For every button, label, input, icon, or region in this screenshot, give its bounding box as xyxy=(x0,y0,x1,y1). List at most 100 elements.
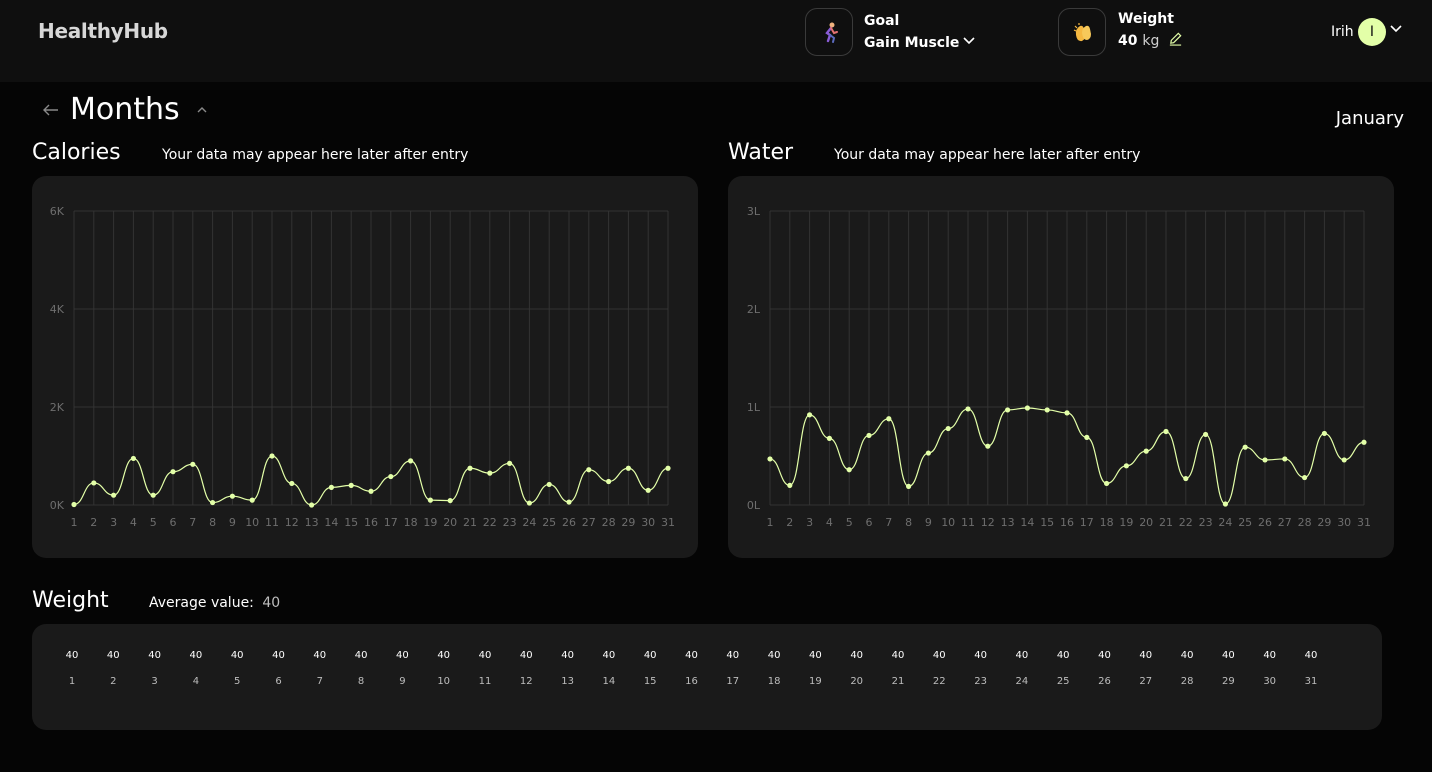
calories-note: Your data may appear here later after en… xyxy=(162,147,469,163)
calories-y-tick: 0K xyxy=(50,499,65,512)
calories-data-point xyxy=(625,465,632,471)
weight-day-value: 40 xyxy=(396,650,409,661)
weight-day-value: 40 xyxy=(189,650,203,661)
calories-x-tick: 12 xyxy=(285,516,299,529)
calories-x-tick: 9 xyxy=(229,516,236,529)
water-data-point xyxy=(787,482,793,488)
weight-day-column: 40 16 xyxy=(675,650,709,687)
weight-day-column: 40 18 xyxy=(757,650,791,687)
weight-day-column: 40 12 xyxy=(509,650,543,687)
edit-pencil-icon[interactable] xyxy=(1168,31,1183,46)
goal-value[interactable]: Gain Muscle xyxy=(864,35,959,51)
water-x-tick: 24 xyxy=(1218,516,1232,529)
weight-day-value: 40 xyxy=(1015,650,1029,661)
water-data-point xyxy=(1024,405,1030,411)
top-header: HealthyHub Goal Gain Muscle Weight 40 kg… xyxy=(0,0,1432,82)
goal-icon-box[interactable] xyxy=(805,8,853,56)
calories-data-point xyxy=(111,492,117,498)
weight-day-column: 40 22 xyxy=(922,650,956,687)
weight-day-column: 40 25 xyxy=(1046,650,1080,687)
weight-day-column: 40 3 xyxy=(138,650,172,687)
water-x-tick: 23 xyxy=(1199,516,1213,529)
water-data-point xyxy=(1262,457,1268,463)
water-data-point xyxy=(1163,428,1169,435)
weight-day-label: 27 xyxy=(1139,676,1153,687)
weight-day-column: 40 21 xyxy=(881,650,915,687)
weight-day-label: 5 xyxy=(234,676,241,687)
weight-value-line: 40 kg xyxy=(1118,33,1159,49)
weight-day-value: 40 xyxy=(65,650,79,661)
water-data-point xyxy=(985,443,991,449)
water-y-tick: 2L xyxy=(747,303,761,316)
water-note: Your data may appear here later after en… xyxy=(834,147,1141,163)
weight-day-column: 40 13 xyxy=(551,650,585,687)
weight-day-column: 40 6 xyxy=(262,650,296,687)
average-value: 40 xyxy=(262,595,281,611)
water-data-point xyxy=(906,483,912,489)
average-label: Average value: xyxy=(149,595,254,611)
avatar[interactable]: I xyxy=(1358,18,1386,46)
weight-day-label: 21 xyxy=(891,676,905,687)
goal-chevron-down-icon[interactable] xyxy=(963,36,975,46)
water-x-tick: 4 xyxy=(826,516,833,529)
weight-day-label: 15 xyxy=(643,676,657,687)
weight-day-column: 40 28 xyxy=(1170,650,1204,687)
water-title: Water xyxy=(728,140,794,165)
calories-data-point xyxy=(130,455,136,462)
weight-day-column: 40 11 xyxy=(468,650,502,687)
app-logo[interactable]: HealthyHub xyxy=(38,19,168,43)
water-x-tick: 2 xyxy=(786,516,793,529)
weight-day-label: 22 xyxy=(932,676,946,687)
month-label: January xyxy=(1335,108,1404,129)
weight-day-label: 9 xyxy=(399,676,406,687)
calories-data-point xyxy=(190,461,196,467)
weight-day-label: 29 xyxy=(1222,676,1235,687)
weight-day-label: 20 xyxy=(850,676,864,687)
weight-day-value: 40 xyxy=(1263,650,1277,661)
weight-day-value: 40 xyxy=(437,650,451,661)
weight-day-column: 40 15 xyxy=(633,650,667,687)
weight-day-column: 40 1 xyxy=(55,650,89,687)
water-x-tick: 7 xyxy=(885,516,892,529)
water-x-tick: 9 xyxy=(925,516,932,529)
water-data-point xyxy=(1064,410,1070,416)
water-x-tick: 19 xyxy=(1119,516,1133,529)
user-chevron-down-icon[interactable] xyxy=(1390,24,1402,34)
weight-day-value: 40 xyxy=(1139,650,1153,661)
water-data-point xyxy=(1222,501,1228,507)
water-x-tick: 6 xyxy=(866,516,873,529)
calories-x-tick: 28 xyxy=(602,516,616,529)
calories-chart-card: 0K 2K 4K 6K 1 2 3 4 5 6 7 8 9 10 11 12 13 14 15 16 17 18 19 20 2… xyxy=(32,176,698,558)
calories-data-point xyxy=(229,493,235,499)
user-name[interactable]: Irih xyxy=(1331,24,1354,40)
water-data-point xyxy=(1183,475,1189,482)
chevron-up-icon[interactable] xyxy=(196,106,208,114)
water-data-point xyxy=(866,432,872,439)
water-x-tick: 1 xyxy=(767,516,774,529)
calories-x-tick: 29 xyxy=(621,516,635,529)
weight-day-label: 13 xyxy=(561,676,574,687)
weight-day-label: 19 xyxy=(809,676,822,687)
calories-x-tick: 31 xyxy=(661,516,675,529)
weight-day-value: 40 xyxy=(519,650,533,661)
weight-day-label: 18 xyxy=(767,676,781,687)
back-arrow-icon[interactable] xyxy=(42,102,60,118)
weight-day-label: 23 xyxy=(974,676,987,687)
water-data-point xyxy=(1341,457,1347,463)
water-data-point xyxy=(826,435,832,441)
water-x-tick: 26 xyxy=(1258,516,1272,529)
weight-day-value: 40 xyxy=(809,650,822,661)
calories-data-point xyxy=(388,473,394,480)
water-y-tick: 3L xyxy=(747,205,761,218)
calories-x-tick: 4 xyxy=(130,516,137,529)
weight-day-label: 6 xyxy=(275,676,282,687)
water-x-tick: 29 xyxy=(1317,516,1331,529)
weight-day-label: 17 xyxy=(726,676,740,687)
weight-day-column: 40 24 xyxy=(1005,650,1039,687)
calories-data-point xyxy=(269,453,275,459)
weight-day-column: 40 8 xyxy=(344,650,378,687)
weight-day-value: 40 xyxy=(106,650,120,661)
calories-x-tick: 24 xyxy=(522,516,536,529)
weight-day-column: 40 4 xyxy=(179,650,213,687)
weight-day-value: 40 xyxy=(685,650,698,661)
